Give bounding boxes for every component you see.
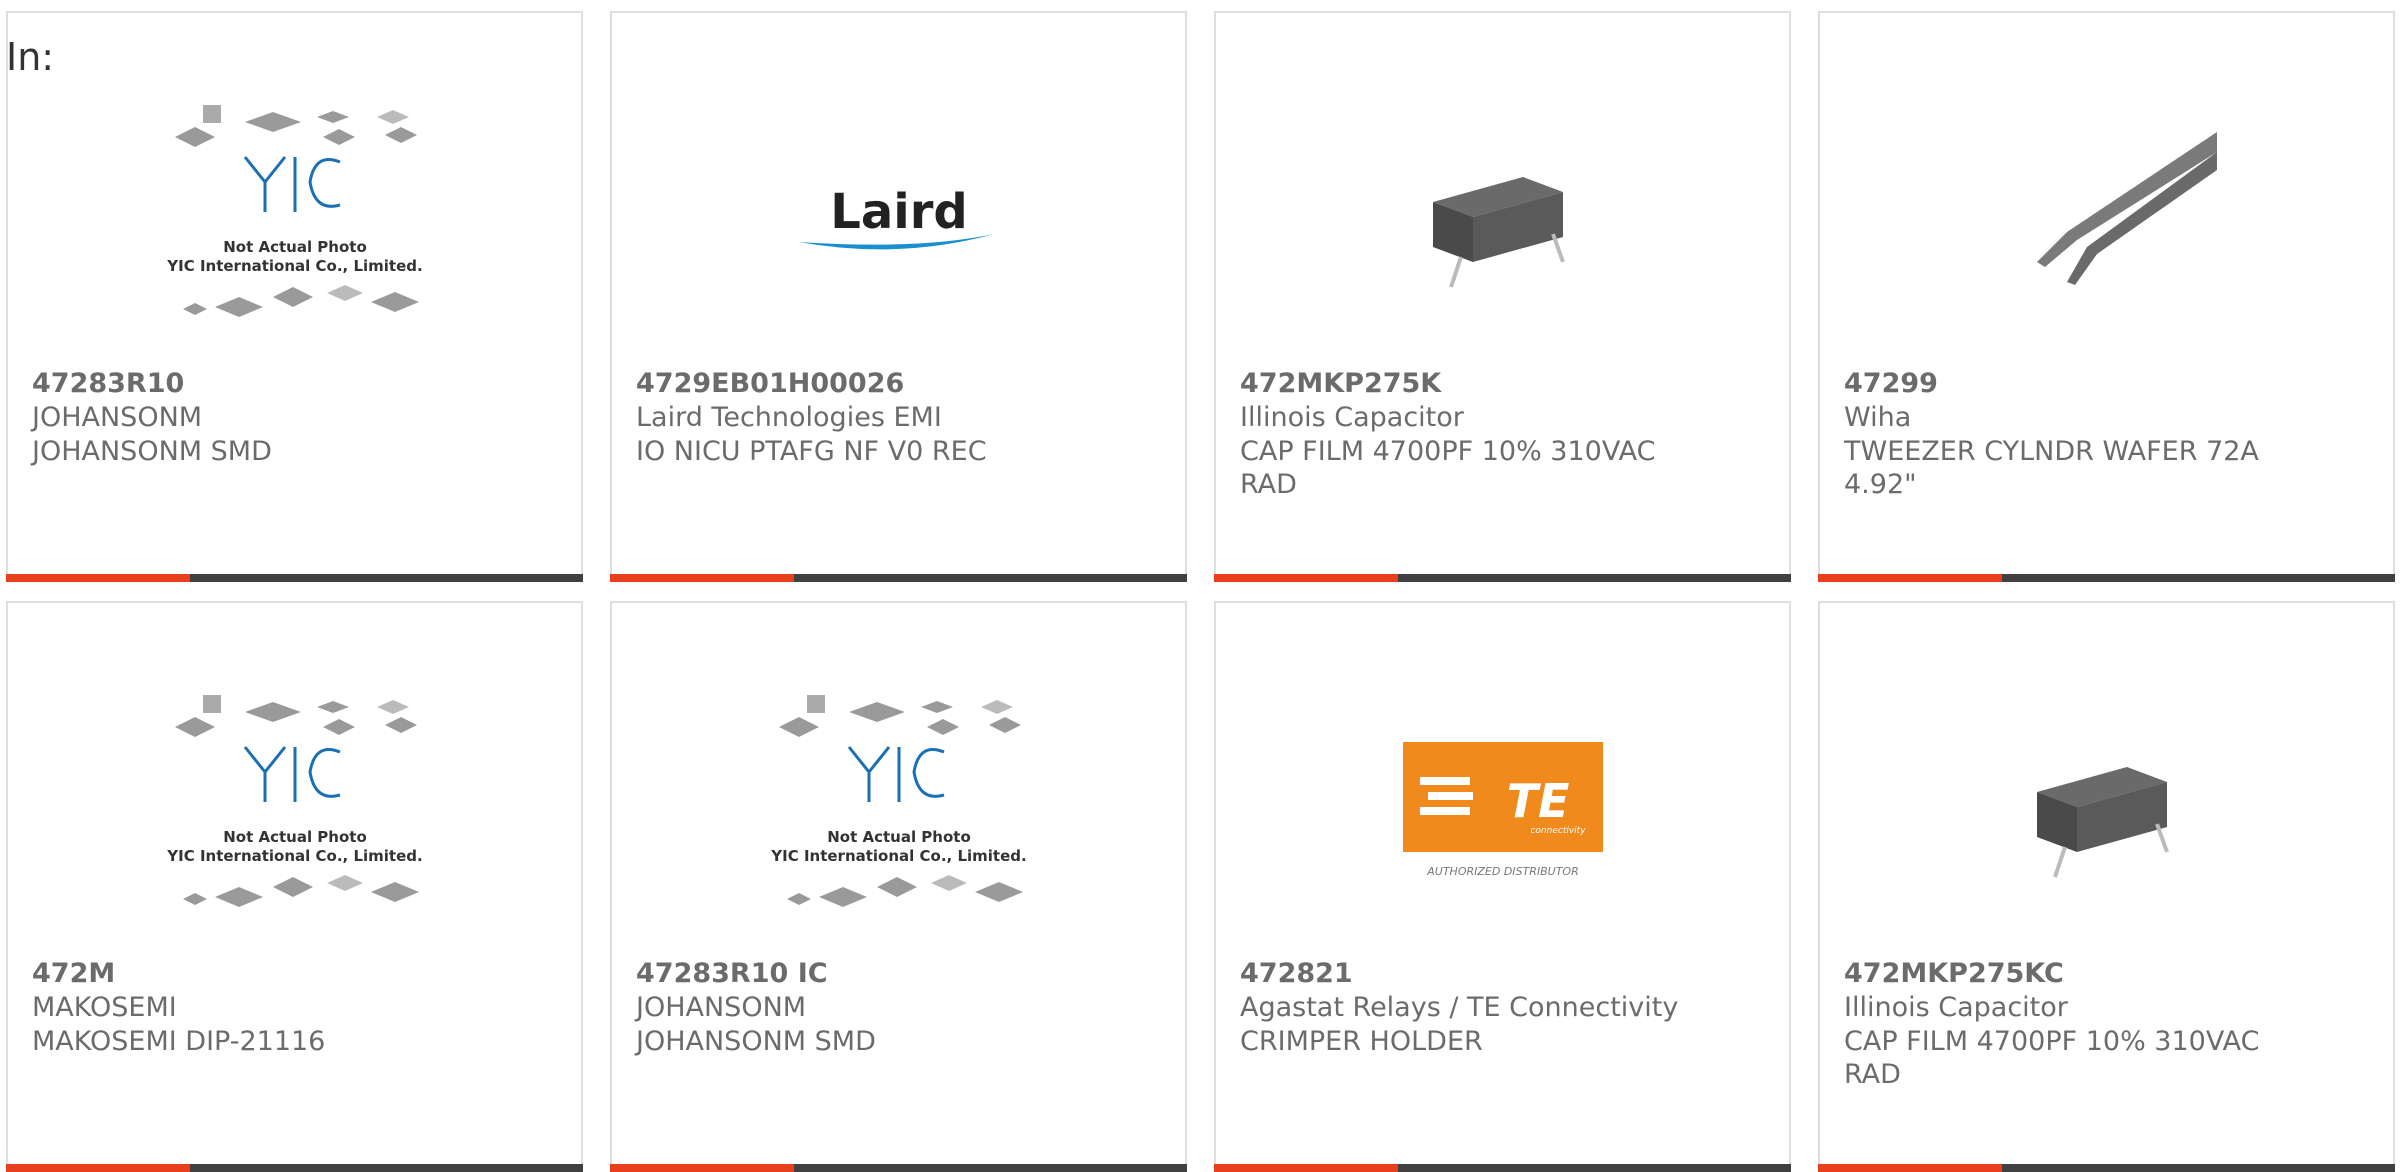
product-image[interactable]: TE connectivity AUTHORIZED DISTRIBUTOR	[1216, 677, 1789, 947]
manufacturer: Laird Technologies EMI	[636, 402, 942, 433]
placeholder-line1: Not Actual Photo	[223, 238, 367, 256]
description: IO NICU PTAFG NF V0 REC	[636, 436, 987, 467]
description: TWEEZER CYLNDR WAFER 72A 4.92"	[1844, 436, 2259, 500]
manufacturer: JOHANSONM	[32, 402, 203, 433]
product-card[interactable]: 472MKP275KC Illinois Capacitor CAP FILM …	[1818, 601, 2395, 1172]
product-card[interactable]: 472MKP275K Illinois Capacitor CAP FILM 4…	[1214, 11, 1791, 582]
yic-placeholder-image: Not Actual Photo YIC International Co., …	[770, 695, 1026, 907]
manufacturer: Agastat Relays / TE Connectivity	[1240, 992, 1679, 1023]
yic-placeholder-image: Not Actual Photo YIC International Co., …	[166, 105, 422, 317]
placeholder-line2: YIC International Co., Limited.	[166, 847, 422, 865]
product-card[interactable]: Not Actual Photo YIC International Co., …	[610, 601, 1187, 1172]
part-number[interactable]: 47283R10	[32, 367, 184, 400]
laird-logo: Laird	[798, 184, 994, 250]
product-card[interactable]: Not Actual Photo YIC International Co., …	[6, 11, 583, 582]
part-number[interactable]: 472M	[32, 957, 115, 990]
part-number[interactable]: 47283R10 IC	[636, 957, 828, 990]
placeholder-line1: Not Actual Photo	[827, 828, 971, 846]
product-image[interactable]: Laird	[612, 87, 1185, 357]
card-bar	[1214, 574, 1791, 582]
part-number[interactable]: 47299	[1844, 367, 1938, 400]
te-logo: TE connectivity AUTHORIZED DISTRIBUTOR	[1402, 742, 1603, 878]
card-bar	[1818, 574, 2395, 582]
product-card[interactable]: Laird 4729EB01H00026 Laird Technologies …	[610, 11, 1187, 582]
manufacturer: Wiha	[1844, 402, 1912, 433]
description: JOHANSONM SMD	[636, 1026, 876, 1057]
product-image[interactable]	[1820, 677, 2393, 947]
description: CAP FILM 4700PF 10% 310VAC RAD	[1844, 1026, 2260, 1090]
description: JOHANSONM SMD	[32, 436, 272, 467]
card-bar	[6, 1164, 583, 1172]
te-logo-mark: TE	[1506, 774, 1569, 828]
yic-placeholder-image: Not Actual Photo YIC International Co., …	[166, 695, 422, 907]
product-image[interactable]	[1216, 87, 1789, 357]
part-number[interactable]: 472821	[1240, 957, 1353, 990]
product-image[interactable]	[1820, 87, 2393, 357]
placeholder-line2: YIC International Co., Limited.	[770, 847, 1026, 865]
product-image[interactable]: Not Actual Photo YIC International Co., …	[8, 677, 581, 947]
product-image[interactable]: Not Actual Photo YIC International Co., …	[612, 677, 1185, 947]
te-logo-sub: connectivity	[1530, 826, 1586, 836]
product-image[interactable]: Not Actual Photo YIC International Co., …	[8, 87, 581, 357]
laird-logo-text: Laird	[830, 184, 967, 240]
product-card[interactable]: Not Actual Photo YIC International Co., …	[6, 601, 583, 1172]
manufacturer: MAKOSEMI	[32, 992, 177, 1023]
film-capacitor-image	[1432, 177, 1565, 288]
film-capacitor-image	[2036, 767, 2169, 878]
description: CAP FILM 4700PF 10% 310VAC RAD	[1240, 436, 1656, 500]
placeholder-line1: Not Actual Photo	[223, 828, 367, 846]
product-card[interactable]: TE connectivity AUTHORIZED DISTRIBUTOR 4…	[1214, 601, 1791, 1172]
card-bar	[1818, 1164, 2395, 1172]
card-bar	[610, 1164, 1187, 1172]
filter-label: In:	[6, 35, 55, 79]
te-logo-tagline: AUTHORIZED DISTRIBUTOR	[1426, 865, 1579, 878]
manufacturer: Illinois Capacitor	[1240, 402, 1464, 433]
placeholder-line2: YIC International Co., Limited.	[166, 257, 422, 275]
product-card[interactable]: 47299 Wiha TWEEZER CYLNDR WAFER 72A 4.92…	[1818, 11, 2395, 582]
card-bar	[1214, 1164, 1791, 1172]
card-bar	[610, 574, 1187, 582]
part-number[interactable]: 4729EB01H00026	[636, 367, 904, 400]
manufacturer: Illinois Capacitor	[1844, 992, 2068, 1023]
tweezers-image	[2036, 132, 2217, 285]
description: MAKOSEMI DIP-21116	[32, 1026, 326, 1057]
part-number[interactable]: 472MKP275K	[1240, 367, 1441, 400]
card-bar	[6, 574, 583, 582]
part-number[interactable]: 472MKP275KC	[1844, 957, 2064, 990]
description: CRIMPER HOLDER	[1240, 1026, 1483, 1057]
manufacturer: JOHANSONM	[636, 992, 807, 1023]
